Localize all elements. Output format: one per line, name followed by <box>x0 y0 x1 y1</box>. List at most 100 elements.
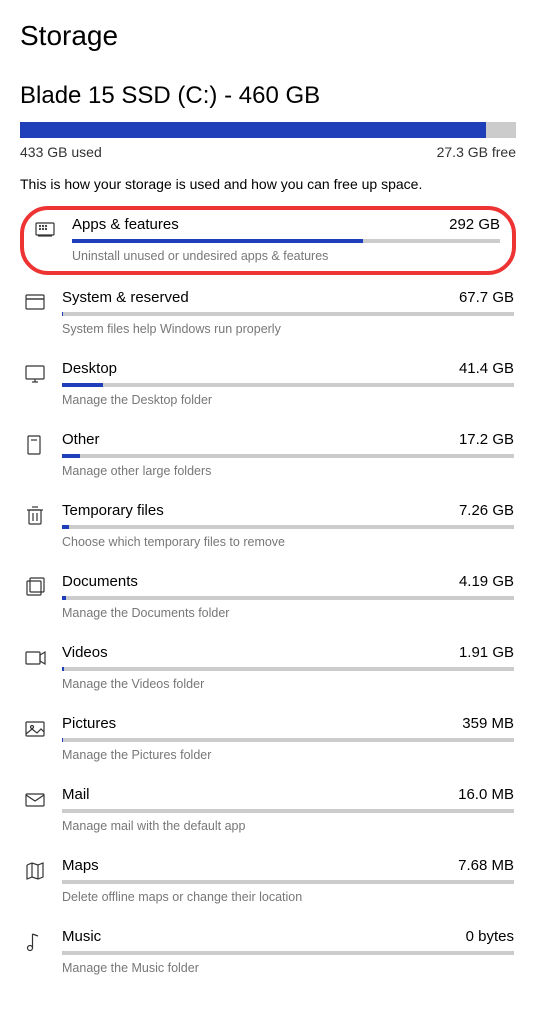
item-header: Videos 1.91 GB <box>62 644 514 661</box>
item-name: Other <box>62 431 100 448</box>
videos-icon <box>22 644 48 691</box>
item-bar-fill <box>62 596 66 600</box>
item-content: Temporary files 7.26 GB Choose which tempo… <box>62 502 514 549</box>
storage-item-system[interactable]: System & reserved 67.7 GB System files hel… <box>20 281 516 344</box>
item-bar <box>72 239 500 243</box>
item-bar <box>62 667 514 671</box>
item-bar <box>62 312 514 316</box>
storage-item-pictures[interactable]: Pictures 359 MB Manage the Pictures folder <box>20 707 516 770</box>
item-bar <box>62 738 514 742</box>
item-name: Desktop <box>62 360 117 377</box>
storage-item-maps[interactable]: Maps 7.68 MB Delete offline maps or change… <box>20 849 516 912</box>
storage-item-desktop[interactable]: Desktop 41.4 GB Manage the Desktop folder <box>20 352 516 415</box>
item-size: 359 MB <box>462 715 514 732</box>
item-size: 7.68 MB <box>458 857 514 874</box>
item-bar-fill <box>72 239 363 243</box>
overall-usage-fill <box>20 122 486 138</box>
item-size: 0 bytes <box>466 928 514 945</box>
item-size: 16.0 MB <box>458 786 514 803</box>
page-title: Storage <box>20 20 516 52</box>
item-content: System & reserved 67.7 GB System files hel… <box>62 289 514 336</box>
item-header: Other17.2 GB <box>62 431 514 448</box>
apps-icon <box>32 216 58 263</box>
item-caption: Uninstall unused or undesired apps & fea… <box>72 249 500 263</box>
item-bar <box>62 525 514 529</box>
item-name: Temporary files <box>62 502 164 519</box>
item-bar <box>62 951 514 955</box>
item-caption: Delete offline maps or change their loca… <box>62 890 514 904</box>
pictures-icon <box>22 715 48 762</box>
usage-row: 433 GB used 27.3 GB free <box>20 144 516 160</box>
item-header: Pictures 359 MB <box>62 715 514 732</box>
item-name: Documents <box>62 573 138 590</box>
item-size: 292 GB <box>449 216 500 233</box>
system-icon <box>22 289 48 336</box>
item-caption: Manage other large folders <box>62 464 514 478</box>
item-bar-fill <box>62 525 69 529</box>
item-name: Maps <box>62 857 99 874</box>
item-header: System & reserved 67.7 GB <box>62 289 514 306</box>
documents-icon <box>22 573 48 620</box>
drive-title: Blade 15 SSD (C:) - 460 GB <box>20 82 516 110</box>
storage-item-other[interactable]: Other17.2 GB Manage other large folders <box>20 423 516 486</box>
item-caption: Manage the Music folder <box>62 961 514 975</box>
item-size: 41.4 GB <box>459 360 514 377</box>
item-caption: Manage the Videos folder <box>62 677 514 691</box>
item-caption: Manage the Pictures folder <box>62 748 514 762</box>
description-text: This is how your storage is used and how… <box>20 176 516 192</box>
storage-item-apps[interactable]: Apps & features 292 GB Uninstall unused or… <box>32 216 500 263</box>
overall-usage-bar <box>20 122 516 138</box>
item-header: Music 0 bytes <box>62 928 514 945</box>
item-bar-fill <box>62 312 63 316</box>
item-bar <box>62 454 514 458</box>
item-header: Desktop 41.4 GB <box>62 360 514 377</box>
item-content: Desktop 41.4 GB Manage the Desktop folder <box>62 360 514 407</box>
item-content: Videos 1.91 GB Manage the Videos folder <box>62 644 514 691</box>
storage-item-mail[interactable]: Mail 16.0 MB Manage mail with the default … <box>20 778 516 841</box>
item-size: 1.91 GB <box>459 644 514 661</box>
item-content: Other17.2 GB Manage other large folders <box>62 431 514 478</box>
item-bar-fill <box>62 667 64 671</box>
item-content: Pictures 359 MB Manage the Pictures folder <box>62 715 514 762</box>
other-icon <box>22 431 48 478</box>
item-caption: Manage the Documents folder <box>62 606 514 620</box>
item-bar <box>62 596 514 600</box>
storage-item-trash[interactable]: Temporary files 7.26 GB Choose which tempo… <box>20 494 516 557</box>
item-size: 7.26 GB <box>459 502 514 519</box>
item-header: Mail 16.0 MB <box>62 786 514 803</box>
item-content: Music 0 bytes Manage the Music folder <box>62 928 514 975</box>
desktop-icon <box>22 360 48 407</box>
item-header: Temporary files 7.26 GB <box>62 502 514 519</box>
item-bar-fill <box>62 454 80 458</box>
item-bar-fill <box>62 383 103 387</box>
highlight-ring: Apps & features 292 GB Uninstall unused or… <box>20 206 516 275</box>
free-label: 27.3 GB free <box>437 144 516 160</box>
item-name: Videos <box>62 644 108 661</box>
storage-item-music[interactable]: Music 0 bytes Manage the Music folder <box>20 920 516 983</box>
item-content: Documents4.19 GB Manage the Documents fol… <box>62 573 514 620</box>
item-size: 67.7 GB <box>459 289 514 306</box>
item-caption: System files help Windows run properly <box>62 322 514 336</box>
item-name: Music <box>62 928 101 945</box>
item-caption: Choose which temporary files to remove <box>62 535 514 549</box>
item-name: System & reserved <box>62 289 189 306</box>
maps-icon <box>22 857 48 904</box>
trash-icon <box>22 502 48 549</box>
item-name: Pictures <box>62 715 116 732</box>
mail-icon <box>22 786 48 833</box>
music-icon <box>22 928 48 975</box>
item-content: Maps 7.68 MB Delete offline maps or change… <box>62 857 514 904</box>
item-caption: Manage mail with the default app <box>62 819 514 833</box>
storage-item-videos[interactable]: Videos 1.91 GB Manage the Videos folder <box>20 636 516 699</box>
item-bar <box>62 383 514 387</box>
item-caption: Manage the Desktop folder <box>62 393 514 407</box>
item-bar <box>62 809 514 813</box>
item-bar <box>62 880 514 884</box>
item-header: Maps 7.68 MB <box>62 857 514 874</box>
item-header: Apps & features 292 GB <box>72 216 500 233</box>
item-content: Mail 16.0 MB Manage mail with the default … <box>62 786 514 833</box>
item-header: Documents4.19 GB <box>62 573 514 590</box>
item-name: Mail <box>62 786 90 803</box>
item-name: Apps & features <box>72 216 179 233</box>
storage-item-documents[interactable]: Documents4.19 GB Manage the Documents fol… <box>20 565 516 628</box>
